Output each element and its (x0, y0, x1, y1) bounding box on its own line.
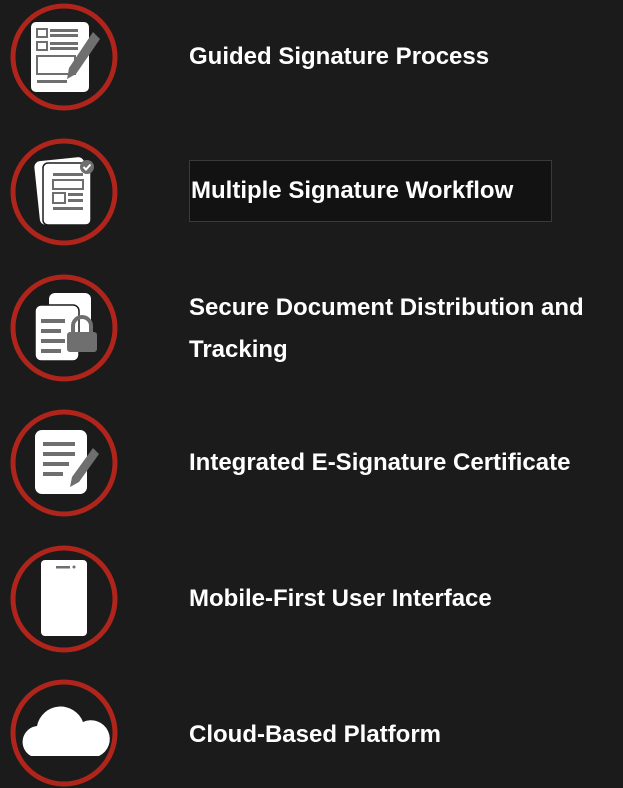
feature-cloud-platform: Cloud-Based Platform (0, 678, 623, 788)
document-lock-icon (9, 273, 119, 383)
feature-mobile-first: Mobile-First User Interface (0, 544, 623, 654)
feature-guided-signature: Guided Signature Process (0, 0, 623, 112)
feature-label: Integrated E-Signature Certificate (189, 449, 571, 476)
feature-esignature-certificate: Integrated E-Signature Certificate (0, 408, 623, 518)
feature-label: Secure Document Distribution and Trackin… (189, 294, 584, 363)
feature-label: Mobile-First User Interface (189, 585, 492, 612)
cloud-icon (9, 678, 119, 788)
multi-document-check-icon (9, 137, 119, 247)
feature-label: Cloud-Based Platform (189, 721, 442, 748)
feature-label: Multiple Signature Workflow (189, 160, 553, 222)
mobile-phone-icon (9, 544, 119, 654)
document-signature-icon (9, 408, 119, 518)
feature-secure-distribution: Secure Document Distribution and Trackin… (0, 273, 623, 383)
document-pen-icon (9, 2, 119, 112)
feature-multiple-signature: Multiple Signature Workflow (0, 137, 623, 247)
feature-label: Guided Signature Process (189, 43, 490, 70)
